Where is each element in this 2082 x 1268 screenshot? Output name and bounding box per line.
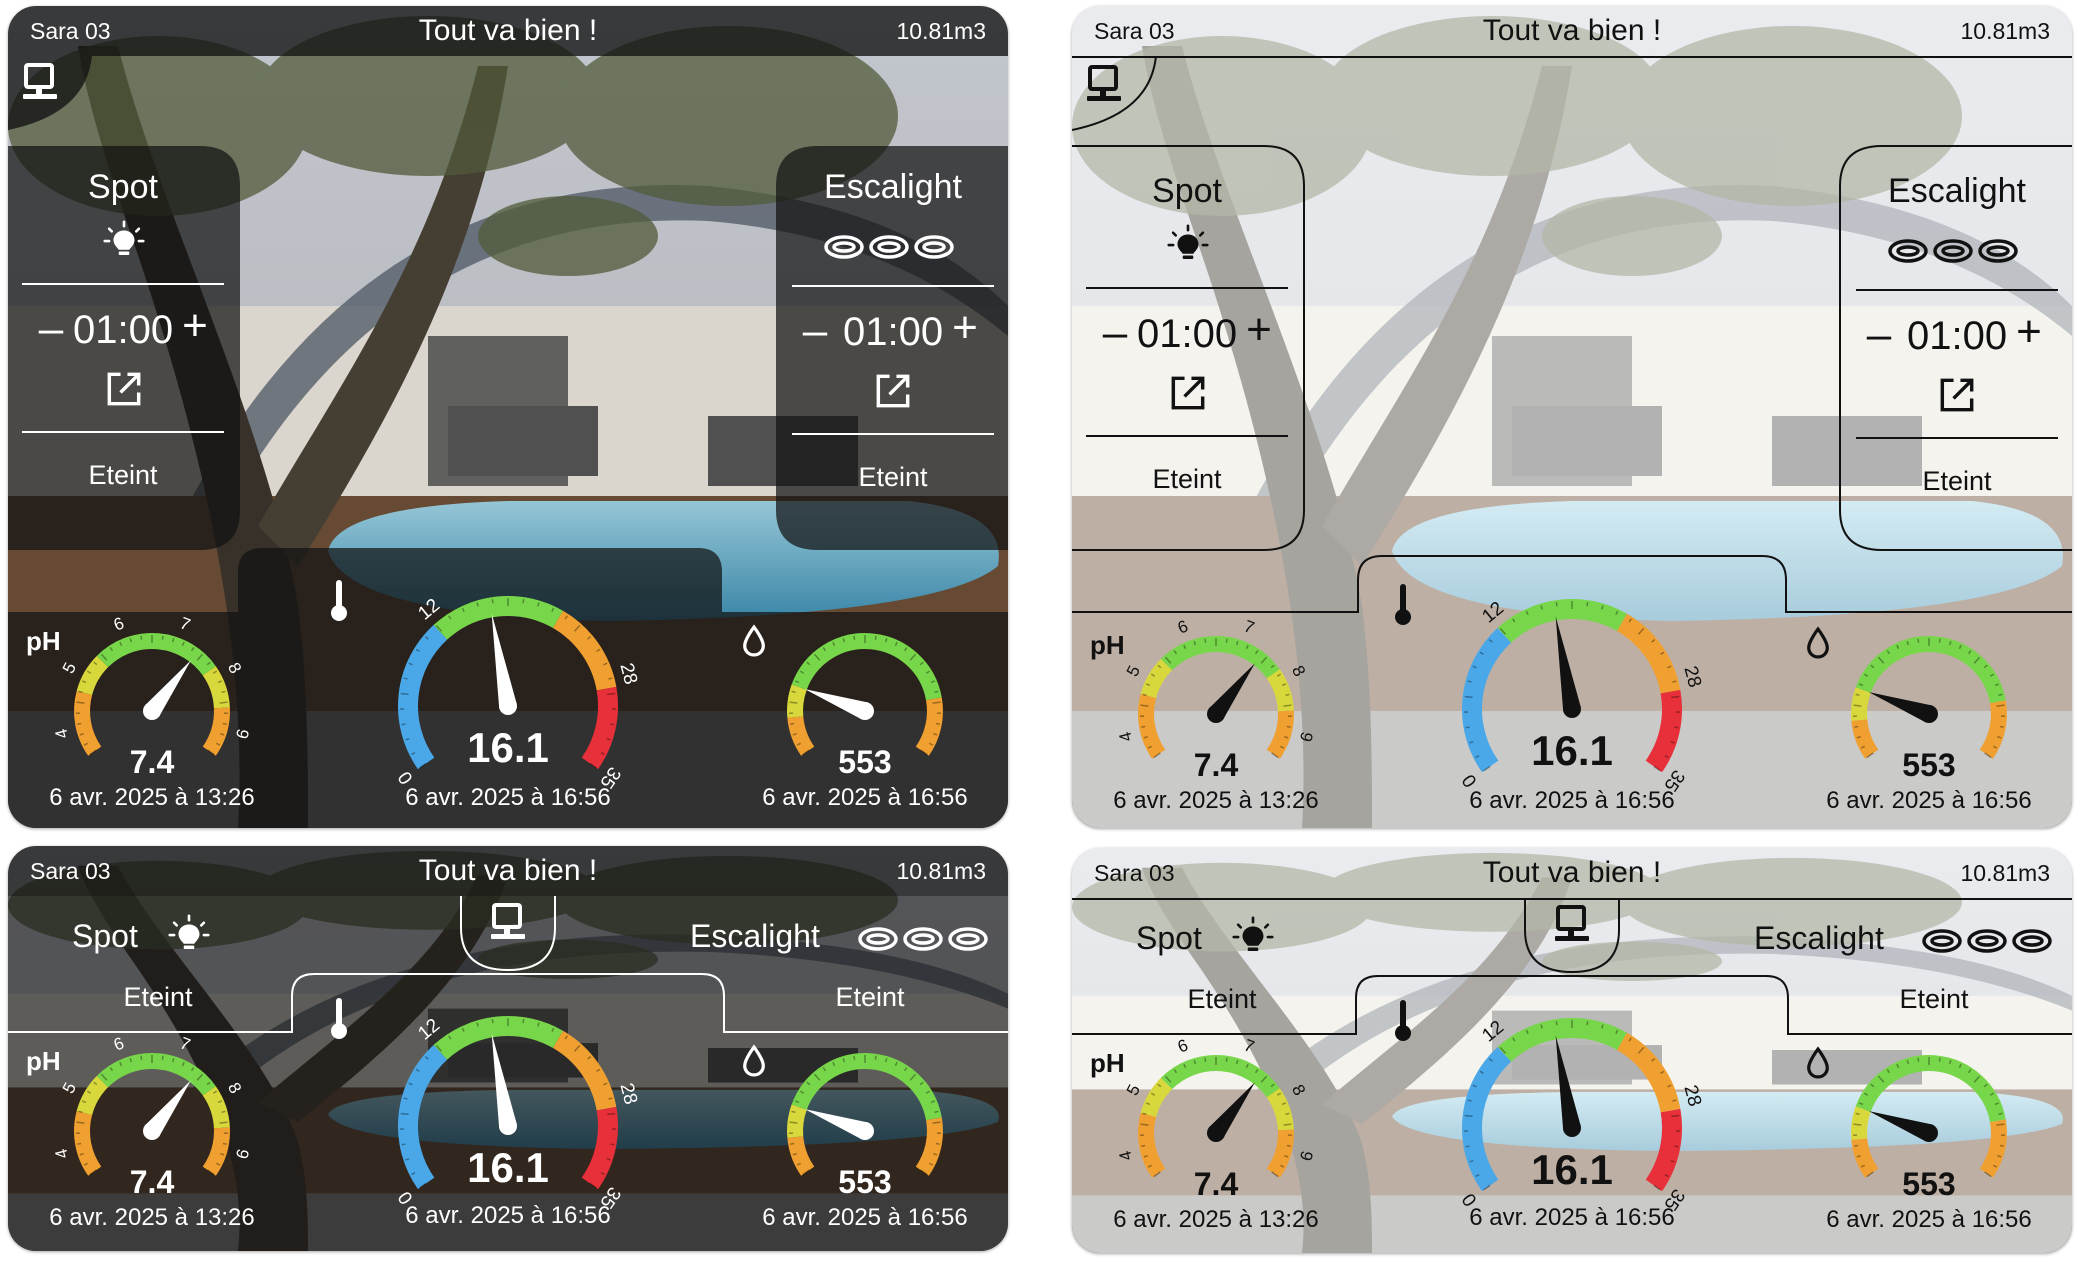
- gauge-tick: [935, 1142, 940, 1145]
- gauge-tick: [1998, 693, 2003, 697]
- gauge-tick: [789, 1121, 798, 1124]
- gauge-tick: [1999, 1144, 2004, 1147]
- gauge-arc-segment: [1855, 1055, 2006, 1123]
- gauge-arc-segment: [915, 1117, 943, 1176]
- gauge-arc-segment: [915, 697, 943, 756]
- gauge-arc-segment: [791, 1053, 942, 1121]
- gauge-tick: [934, 690, 939, 694]
- gauge-tick: [1854, 1144, 1859, 1147]
- gauge-tick: [1855, 693, 1860, 697]
- orp-value: 553: [838, 744, 892, 780]
- orp-gauge: [1851, 636, 2007, 759]
- orp-value: 553: [838, 1164, 892, 1200]
- ph-value: 7.4: [129, 744, 175, 780]
- gauge-tick: [791, 690, 796, 694]
- gauge-tick: [853, 1055, 856, 1060]
- gauge-tick: [1853, 704, 1862, 707]
- gauge-tick: [789, 701, 798, 704]
- ph-date: 6 avr. 2025 à 13:26: [1113, 787, 1319, 814]
- gauge-tick: [1917, 638, 1920, 643]
- gauge-arc-segment: [787, 716, 815, 756]
- gauge-arc-segment: [1851, 1106, 1871, 1140]
- gauge-needle-hub: [1920, 705, 1938, 723]
- gauge-tick: [935, 722, 940, 725]
- gauge-tick: [1917, 1057, 1920, 1062]
- gauge-arc-segment: [787, 1104, 807, 1138]
- temperature-value: 16.1: [1531, 727, 1613, 774]
- temperature-date: 6 avr. 2025 à 16:56: [405, 1202, 611, 1229]
- gauge-needle-hub: [1920, 1124, 1938, 1142]
- orp-gauge: [787, 633, 943, 756]
- gauge-needle-hub: [856, 1122, 874, 1140]
- gauge-tick: [790, 1142, 795, 1145]
- temperature-value: 16.1: [467, 724, 549, 771]
- pool-card-dark-expanded: Sara 03 Tout va bien ! 10.81m3 Spot – 01…: [8, 6, 1008, 828]
- orp-date: 6 avr. 2025 à 16:56: [762, 1204, 968, 1231]
- gauge-tick: [1996, 704, 2005, 707]
- pool-card-dark-compact: Sara 03 Tout va bien ! 10.81m3 Spot Etei…: [8, 846, 1008, 1251]
- gauge-tick: [874, 635, 877, 640]
- gauge-tick: [932, 701, 941, 704]
- gauge-needle-hub: [856, 702, 874, 720]
- gauge-tick: [790, 722, 795, 725]
- temperature-date: 6 avr. 2025 à 16:56: [1469, 1204, 1675, 1231]
- gauge-arc-segment: [1851, 687, 1871, 721]
- orp-value: 553: [1902, 1166, 1956, 1202]
- gauge-tick: [1854, 725, 1859, 728]
- ph-value: 7.4: [1193, 1166, 1239, 1202]
- gauge-tick: [853, 635, 856, 640]
- gauge-tick: [1938, 1057, 1941, 1062]
- gauge-tick: [1938, 638, 1941, 643]
- temperature-date: 6 avr. 2025 à 16:56: [405, 784, 611, 811]
- pool-card-light-expanded: Sara 03 Tout va bien ! 10.81m3 Spot – 01…: [1072, 6, 2072, 828]
- gauge-tick: [932, 1121, 941, 1124]
- gauge-arc-segment: [787, 1136, 815, 1176]
- gauge-tick: [1998, 1112, 2003, 1116]
- gauge-arc-segment: [787, 684, 807, 718]
- ph-date: 6 avr. 2025 à 13:26: [49, 784, 255, 811]
- gauge-tick: [1853, 1123, 1862, 1126]
- orp-value: 553: [1902, 747, 1956, 783]
- ph-value: 7.4: [1193, 747, 1239, 783]
- orp-date: 6 avr. 2025 à 16:56: [1826, 1206, 2032, 1233]
- gauge-tick: [874, 1055, 877, 1060]
- gauge-arc-segment: [1855, 636, 2006, 704]
- temperature-value: 16.1: [1531, 1146, 1613, 1193]
- gauge-tick: [934, 1110, 939, 1114]
- orp-date: 6 avr. 2025 à 16:56: [1826, 787, 2032, 814]
- ph-value: 7.4: [129, 1164, 175, 1200]
- gauge-tick: [1999, 725, 2004, 728]
- pool-card-light-compact: Sara 03 Tout va bien ! 10.81m3 Spot Etei…: [1072, 848, 2072, 1253]
- gauge-tick: [1855, 1112, 1860, 1116]
- gauge-arc-segment: [1851, 1138, 1879, 1178]
- ph-date: 6 avr. 2025 à 13:26: [49, 1204, 255, 1231]
- ph-date: 6 avr. 2025 à 13:26: [1113, 1206, 1319, 1233]
- gauge-arc-segment: [1979, 1119, 2007, 1178]
- gauge-arc-segment: [1979, 700, 2007, 759]
- temperature-value: 16.1: [467, 1144, 549, 1191]
- gauge-tick: [1996, 1123, 2005, 1126]
- gauge-arc-segment: [1851, 719, 1879, 759]
- temperature-date: 6 avr. 2025 à 16:56: [1469, 787, 1675, 814]
- gauge-tick: [791, 1110, 796, 1114]
- orp-date: 6 avr. 2025 à 16:56: [762, 784, 968, 811]
- gauge-arc-segment: [791, 633, 942, 701]
